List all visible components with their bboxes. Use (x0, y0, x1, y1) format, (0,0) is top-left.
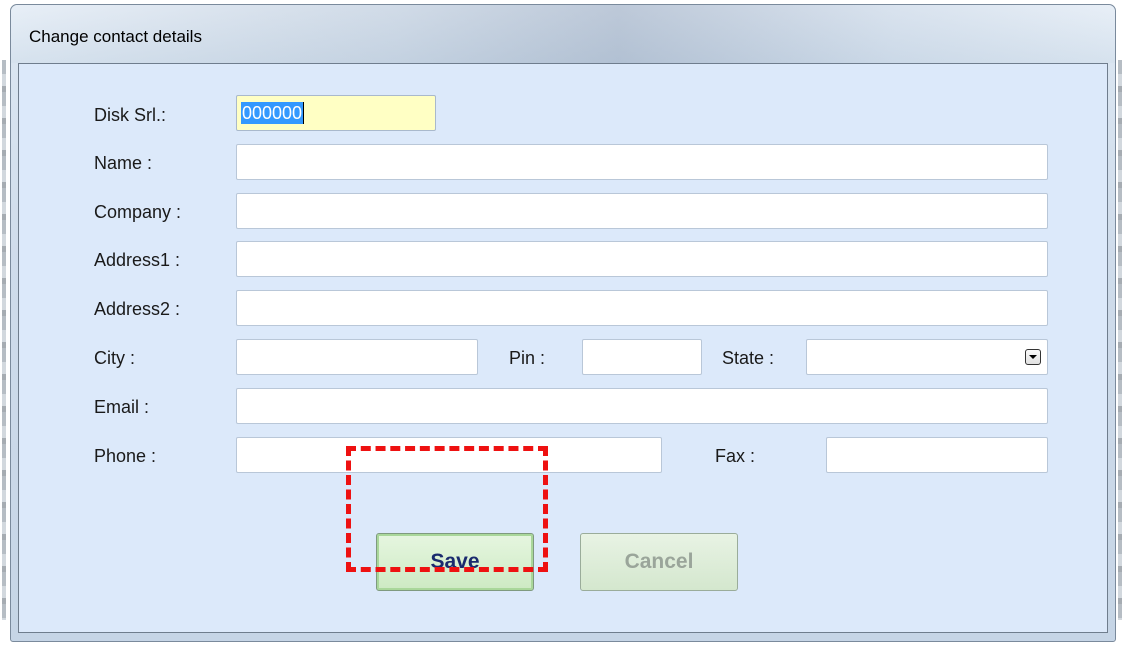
disk-srl-input[interactable]: 000000 (236, 95, 436, 131)
dialog-title: Change contact details (29, 27, 202, 46)
address1-label: Address1 : (94, 250, 181, 270)
company-label: Company : (94, 202, 182, 222)
text-caret (303, 102, 305, 124)
city-input[interactable] (236, 339, 478, 375)
state-select[interactable] (806, 339, 1048, 375)
address1-input[interactable] (236, 241, 1048, 277)
pin-input[interactable] (582, 339, 702, 375)
company-input[interactable] (236, 193, 1048, 229)
phone-label: Phone : (94, 446, 157, 466)
email-label: Email : (94, 397, 150, 417)
fax-label: Fax : (715, 446, 756, 466)
state-label: State : (722, 348, 775, 368)
name-label: Name : (94, 153, 153, 173)
title-bar[interactable]: Change contact details (11, 5, 1115, 63)
form-panel: Disk Srl.: 000000 Name : Company : Addre… (18, 63, 1108, 633)
address2-label: Address2 : (94, 299, 181, 319)
name-input[interactable] (236, 144, 1048, 180)
background-edge-left (2, 60, 6, 620)
city-label: City : (94, 348, 136, 368)
background-edge-right (1118, 60, 1122, 620)
disk-srl-value: 000000 (241, 102, 304, 124)
chevron-down-icon[interactable] (1025, 349, 1041, 365)
pin-label: Pin : (509, 348, 546, 368)
cancel-button[interactable]: Cancel (580, 533, 738, 591)
fax-input[interactable] (826, 437, 1048, 473)
contact-dialog: Change contact details Disk Srl.: 000000… (10, 4, 1116, 642)
save-highlight-box (346, 446, 548, 572)
address2-input[interactable] (236, 290, 1048, 326)
disk-srl-label: Disk Srl.: (94, 105, 166, 125)
email-input[interactable] (236, 388, 1048, 424)
